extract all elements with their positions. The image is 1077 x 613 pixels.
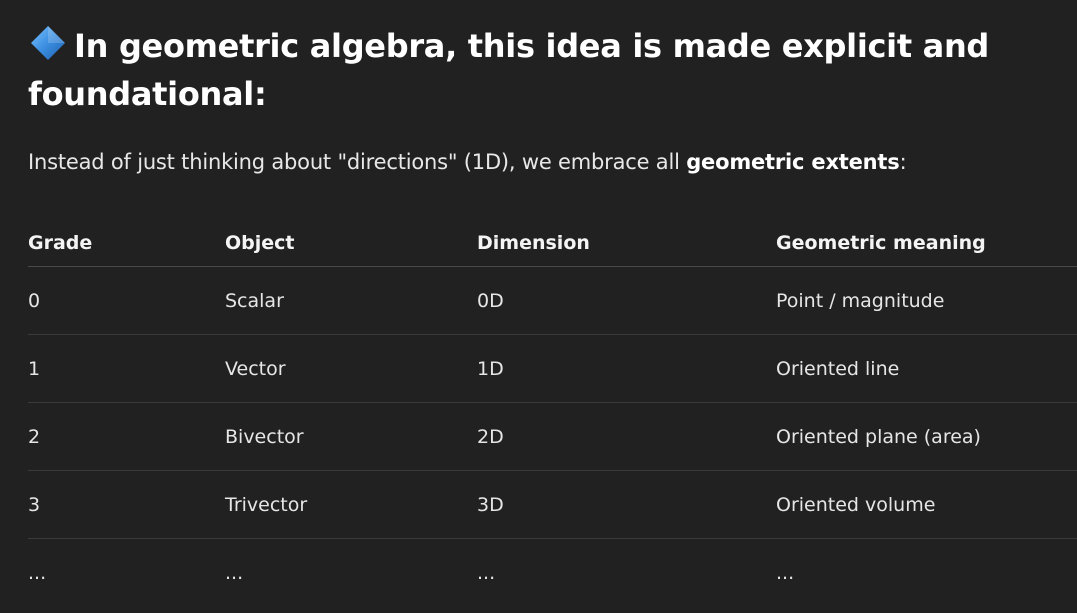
column-header-grade: Grade xyxy=(28,232,93,254)
cell-geometric-meaning: Oriented plane (area) xyxy=(776,425,981,448)
cell-geometric-meaning: ... xyxy=(776,561,795,584)
intro-text-2: : xyxy=(899,150,907,174)
table-row: 2 Bivector 2D Oriented plane (area) xyxy=(28,403,1077,471)
column-header-object: Object xyxy=(225,232,295,254)
cell-grade: ... xyxy=(28,561,47,584)
heading-text-3: : xyxy=(253,75,267,113)
column-header-dimension: Dimension xyxy=(477,232,590,254)
cell-dimension: 1D xyxy=(477,357,504,380)
cell-object: Trivector xyxy=(225,493,308,516)
table-header-row: Grade Object Dimension Geometric meaning xyxy=(28,220,1077,267)
heading-bold-1: geometric algebra xyxy=(118,27,446,65)
cell-dimension: 3D xyxy=(477,493,504,516)
cell-dimension: ... xyxy=(477,561,496,584)
cell-object: Scalar xyxy=(225,289,284,312)
column-header-geometric-meaning: Geometric meaning xyxy=(776,232,986,254)
cell-object: Vector xyxy=(225,357,286,380)
section-heading: In geometric algebra, this idea is made … xyxy=(28,22,1068,118)
document-page: In geometric algebra, this idea is made … xyxy=(0,0,1077,613)
cell-geometric-meaning: Oriented line xyxy=(776,357,900,380)
table-row: 3 Trivector 3D Oriented volume xyxy=(28,471,1077,539)
table-row: 1 Vector 1D Oriented line xyxy=(28,335,1077,403)
cell-object: Bivector xyxy=(225,425,304,448)
heading-text-1: In xyxy=(74,27,119,65)
intro-bold: geometric extents xyxy=(686,150,900,174)
cell-grade: 0 xyxy=(28,289,41,312)
cell-object: ... xyxy=(225,561,244,584)
intro-paragraph: Instead of just thinking about "directio… xyxy=(28,146,907,178)
grades-table: Grade Object Dimension Geometric meaning… xyxy=(28,220,1077,606)
heading-text-2: , this idea is made xyxy=(445,27,782,65)
table-row: 0 Scalar 0D Point / magnitude xyxy=(28,267,1077,335)
small-blue-diamond-icon xyxy=(28,23,68,63)
cell-grade: 2 xyxy=(28,425,41,448)
intro-text-1: Instead of just thinking about "directio… xyxy=(28,150,687,174)
cell-geometric-meaning: Point / magnitude xyxy=(776,289,945,312)
cell-grade: 1 xyxy=(28,357,41,380)
table-row: ... ... ... ... xyxy=(28,539,1077,606)
cell-dimension: 0D xyxy=(477,289,504,312)
cell-geometric-meaning: Oriented volume xyxy=(776,493,936,516)
cell-dimension: 2D xyxy=(477,425,504,448)
cell-grade: 3 xyxy=(28,493,41,516)
